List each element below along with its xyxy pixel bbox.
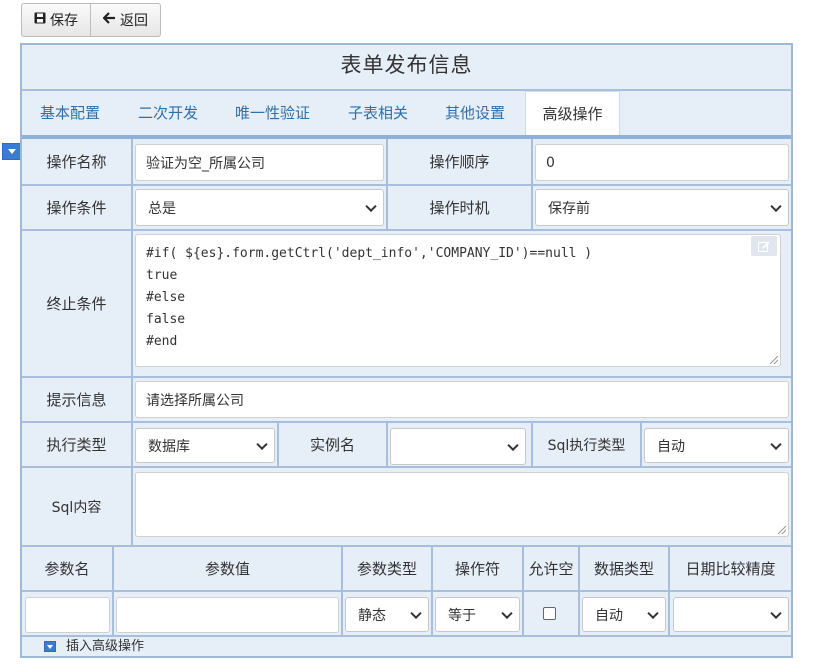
op-timing-select[interactable]: 保存前 [535, 189, 789, 226]
tab-basic-config[interactable]: 基本配置 [40, 91, 100, 135]
divider [531, 139, 533, 229]
chevron-down-icon [770, 607, 782, 619]
exec-type-label: 执行类型 [22, 423, 131, 466]
param-name-header: 参数名 [22, 547, 112, 590]
save-button-label: 保存 [50, 13, 78, 29]
date-precision-select[interactable] [673, 597, 789, 632]
param-type-header: 参数类型 [343, 547, 431, 590]
divider [131, 139, 133, 545]
op-condition-label: 操作条件 [22, 186, 131, 229]
toolbar: 保存 返回 [21, 3, 161, 39]
resize-handle-icon[interactable] [778, 526, 786, 534]
allow-null-header: 允许空 [524, 547, 578, 590]
floppy-disk-icon [34, 12, 46, 28]
param-type-value: 静态 [358, 607, 386, 624]
sql-exec-type-label: Sql执行类型 [533, 423, 640, 466]
collapse-toggle-icon[interactable] [2, 143, 21, 160]
stop-condition-textarea[interactable]: #if( ${es}.form.getCtrl('dept_info','COM… [135, 234, 781, 367]
operator-select[interactable]: 等于 [435, 597, 520, 632]
tab-secondary-dev[interactable]: 二次开发 [138, 91, 198, 135]
chevron-down-icon [501, 607, 513, 619]
insert-advanced-op-label: 插入高级操作 [66, 639, 145, 654]
param-value-input[interactable] [116, 597, 339, 633]
chevron-down-icon [507, 439, 519, 451]
tab-bar: 基本配置 二次开发 唯一性验证 子表相关 其他设置 高级操作 [22, 91, 791, 135]
data-type-header: 数据类型 [580, 547, 668, 590]
divider [22, 229, 791, 231]
divider [22, 421, 791, 423]
op-condition-value: 总是 [148, 200, 176, 217]
allow-null-checkbox[interactable] [543, 607, 556, 620]
divider [22, 466, 791, 468]
divider [640, 421, 642, 466]
tab-other-settings[interactable]: 其他设置 [445, 91, 505, 135]
resize-handle-icon[interactable] [770, 356, 778, 364]
divider [22, 590, 791, 592]
instance-label: 实例名 [279, 423, 386, 466]
chevron-down-icon [647, 607, 659, 619]
edit-icon[interactable] [751, 236, 777, 256]
divider [386, 421, 388, 466]
op-condition-select[interactable]: 总是 [135, 189, 384, 226]
data-type-value: 自动 [595, 607, 623, 624]
save-button[interactable]: 保存 [21, 3, 91, 37]
exec-type-select[interactable]: 数据库 [135, 428, 275, 463]
op-order-label: 操作顺序 [388, 139, 531, 184]
param-value-header: 参数值 [114, 547, 341, 590]
insert-advanced-op-row[interactable]: 插入高级操作 [22, 637, 791, 656]
op-name-input[interactable]: 验证为空_所属公司 [135, 144, 384, 181]
data-type-select[interactable]: 自动 [582, 597, 666, 632]
chevron-down-icon [770, 438, 782, 450]
chevron-down-icon [410, 607, 422, 619]
stop-condition-label: 终止条件 [22, 231, 131, 376]
chevron-down-icon [365, 200, 377, 212]
exec-type-value: 数据库 [148, 438, 190, 455]
insert-icon [44, 641, 56, 652]
sql-content-textarea[interactable] [135, 472, 789, 537]
tab-advanced-ops[interactable]: 高级操作 [525, 91, 620, 135]
sql-exec-type-value: 自动 [657, 438, 685, 455]
instance-select[interactable] [390, 428, 526, 465]
param-type-select[interactable]: 静态 [345, 597, 429, 632]
op-order-input[interactable]: 0 [535, 144, 789, 181]
date-precision-header: 日期比较精度 [670, 547, 791, 590]
back-button-label: 返回 [120, 13, 148, 29]
op-name-label: 操作名称 [22, 139, 131, 184]
param-name-input[interactable] [25, 597, 110, 633]
hint-input[interactable]: 请选择所属公司 [135, 381, 789, 418]
op-timing-label: 操作时机 [388, 186, 531, 229]
arrow-left-icon [102, 12, 116, 28]
form-panel: 表单发布信息 基本配置 二次开发 唯一性验证 子表相关 其他设置 高级操作 操作… [20, 43, 793, 658]
hint-label: 提示信息 [22, 378, 131, 421]
tab-subtable[interactable]: 子表相关 [348, 91, 408, 135]
sql-content-label: Sql内容 [22, 468, 131, 545]
chevron-down-icon [770, 200, 782, 212]
operator-header: 操作符 [433, 547, 522, 590]
operator-value: 等于 [448, 607, 476, 624]
sql-exec-type-select[interactable]: 自动 [644, 428, 789, 463]
page-title: 表单发布信息 [22, 45, 791, 91]
divider [22, 376, 791, 378]
back-button[interactable]: 返回 [91, 3, 161, 37]
op-timing-value: 保存前 [548, 200, 590, 217]
tab-uniqueness-check[interactable]: 唯一性验证 [235, 91, 310, 135]
chevron-down-icon [256, 438, 268, 450]
